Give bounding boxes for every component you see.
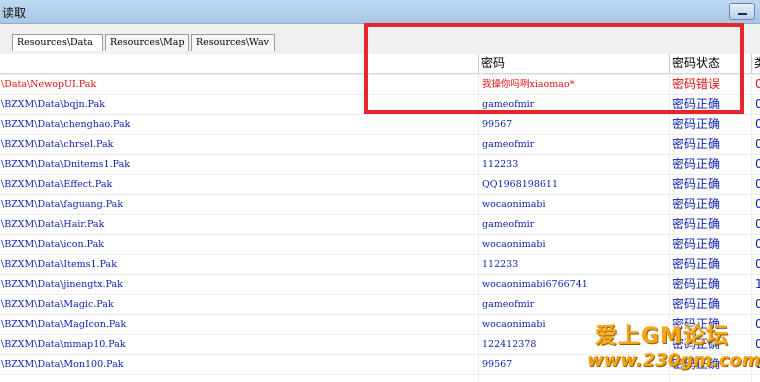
extra-cell: 0 bbox=[755, 97, 760, 111]
watermark-brand: 爱上GM论坛 bbox=[595, 324, 729, 349]
password-status-cell: 密码正确 bbox=[672, 237, 721, 251]
file-path-cell: \BZXM\Data\Hair.Pak bbox=[1, 219, 105, 230]
password-status-cell: 密码正确 bbox=[672, 277, 721, 291]
file-path-cell: \BZXM\Data\MagIcon.Pak bbox=[1, 319, 127, 330]
window-title: 读取 bbox=[2, 6, 27, 20]
column-header-extra[interactable]: 类 bbox=[751, 54, 760, 74]
table-row[interactable]: \BZXM\Data\jinengtx.Pak wocaonimabi676674… bbox=[0, 275, 760, 295]
file-path-cell: \BZXM\Data\Items1.Pak bbox=[1, 259, 117, 270]
table-row[interactable]: \BZXM\Data\icon.Pak wocaonimabi 密码正确 0 bbox=[0, 235, 760, 255]
extra-cell: 1 bbox=[755, 277, 760, 291]
tab-resources-wav[interactable]: Resources\Wav bbox=[191, 34, 275, 51]
password-status-cell: 密码正确 bbox=[672, 297, 721, 311]
tab-resources-map[interactable]: Resources\Map bbox=[105, 34, 189, 51]
table-row[interactable]: \BZXM\Data\Items1.Pak 112233 密码正确 0 bbox=[0, 255, 760, 275]
tab-resources-data[interactable]: Resources\Data bbox=[12, 34, 103, 51]
extra-cell: 0 bbox=[755, 297, 760, 311]
password-cell: wocaonimabi bbox=[482, 239, 546, 250]
extra-cell: 0 bbox=[755, 197, 760, 211]
extra-cell: 0 bbox=[755, 117, 760, 131]
password-cell: gameofmir bbox=[482, 139, 535, 150]
file-path-cell: \BZXM\Data\Mon100.Pak bbox=[1, 359, 124, 370]
password-cell: gameofmir bbox=[482, 219, 535, 230]
password-cell: QQ1968198611 bbox=[482, 179, 559, 190]
extra-cell: 0 bbox=[755, 237, 760, 251]
table-row[interactable]: \BZXM\Data\chrsel.Pak gameofmir 密码正确 0 bbox=[0, 135, 760, 155]
file-path-cell: \BZXM\Data\mmap10.Pak bbox=[1, 339, 126, 350]
minimize-button[interactable] bbox=[729, 3, 755, 20]
table-row[interactable]: \BZXM\Data\Dnitems1.Pak 112233 密码正确 0 bbox=[0, 155, 760, 175]
password-cell: gameofmir bbox=[482, 299, 535, 310]
password-cell: wocaonimabi bbox=[482, 199, 546, 210]
extra-cell: 0 bbox=[755, 217, 760, 231]
file-path-cell: \BZXM\Data\Dnitems1.Pak bbox=[1, 159, 130, 170]
extra-cell: 0 bbox=[755, 177, 760, 191]
password-cell: 112233 bbox=[482, 159, 519, 170]
password-cell: wocaonimabi6766741 bbox=[482, 279, 588, 290]
extra-cell: 0 bbox=[755, 257, 760, 271]
password-status-cell: 密码正确 bbox=[672, 217, 721, 231]
highlight-box bbox=[364, 23, 744, 114]
title-bar: 读取 bbox=[0, 0, 760, 24]
password-status-cell: 密码正确 bbox=[672, 177, 721, 191]
minimize-icon bbox=[738, 13, 747, 15]
extra-cell: 0 bbox=[755, 77, 760, 91]
file-path-cell: \BZXM\Data\Magic.Pak bbox=[1, 299, 114, 310]
table-row[interactable]: \BZXM\Data\chenghao.Pak 99567 密码正确 0 bbox=[0, 115, 760, 135]
password-status-cell: 密码正确 bbox=[672, 197, 721, 211]
file-path-cell: \BZXM\Data\chenghao.Pak bbox=[1, 119, 131, 130]
file-path-cell: \BZXM\Data\faguang.Pak bbox=[1, 199, 124, 210]
watermark-logo: 爱上GM论坛 www.230gm.com bbox=[587, 318, 760, 380]
password-cell: 99567 bbox=[482, 119, 513, 130]
password-status-cell: 密码正确 bbox=[672, 117, 721, 131]
password-status-cell: 密码正确 bbox=[672, 157, 721, 171]
file-path-cell: \BZXM\Data\Effect.Pak bbox=[1, 179, 113, 190]
file-path-cell: \BZXM\Data\chrsel.Pak bbox=[1, 139, 114, 150]
password-status-cell: 密码正确 bbox=[672, 137, 721, 151]
file-path-cell: \BZXM\Data\jinengtx.Pak bbox=[1, 279, 123, 290]
extra-cell: 0 bbox=[755, 137, 760, 151]
table-row[interactable]: \BZXM\Data\faguang.Pak wocaonimabi 密码正确 0 bbox=[0, 195, 760, 215]
password-status-cell: 密码正确 bbox=[672, 257, 721, 271]
table-row[interactable]: \BZXM\Data\Magic.Pak gameofmir 密码正确 0 bbox=[0, 295, 760, 315]
table-row[interactable]: \BZXM\Data\Effect.Pak QQ1968198611 密码正确 0 bbox=[0, 175, 760, 195]
watermark-url: www.230gm.com bbox=[587, 350, 760, 371]
extra-cell: 0 bbox=[755, 157, 760, 171]
file-path-cell: \BZXM\Data\icon.Pak bbox=[1, 239, 105, 250]
table-row[interactable]: \BZXM\Data\Hair.Pak gameofmir 密码正确 0 bbox=[0, 215, 760, 235]
password-cell: 112233 bbox=[482, 259, 519, 270]
